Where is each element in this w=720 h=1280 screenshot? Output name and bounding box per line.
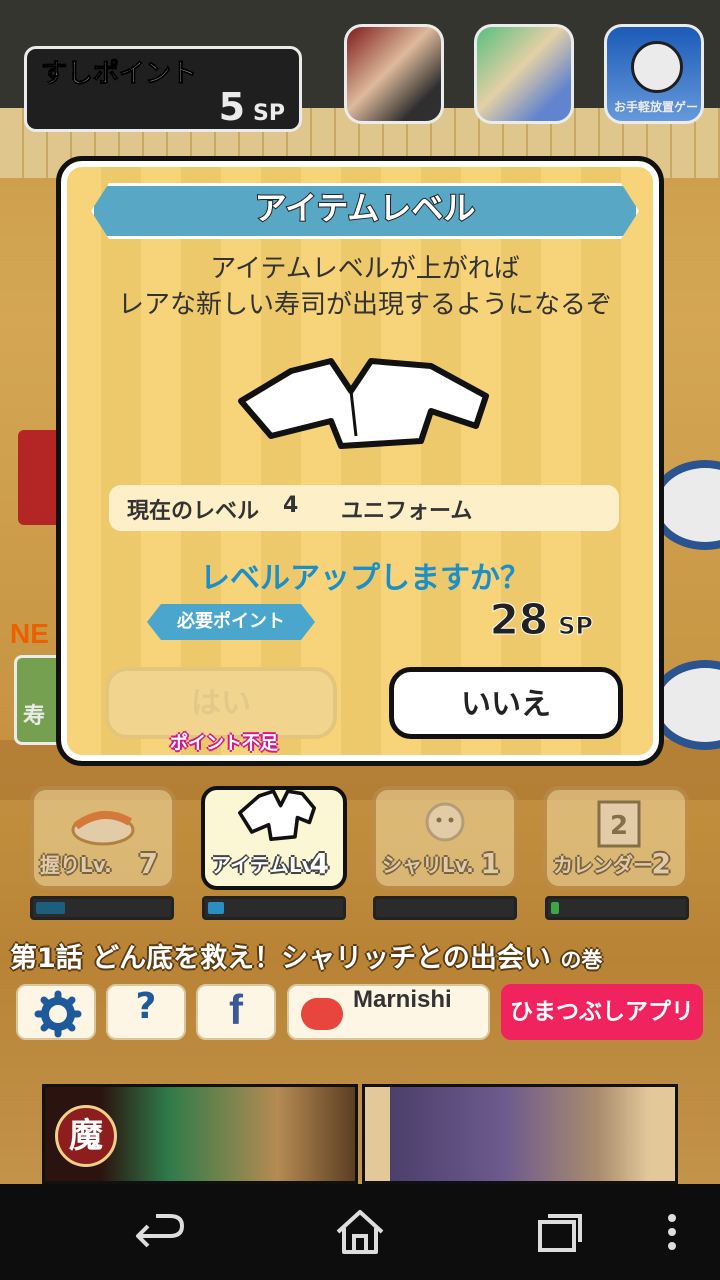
system-navigation-bar	[0, 1184, 720, 1280]
required-points-unit: SP	[558, 612, 594, 641]
facebook-button[interactable]: f	[196, 984, 276, 1040]
stat-progress-fill	[36, 902, 66, 914]
marnishi-label: Marnishi	[353, 986, 452, 1013]
current-level-value: 4	[283, 493, 299, 518]
stat-label: アイテムLv.	[211, 853, 321, 877]
uniform-icon	[238, 789, 316, 841]
episode-suffix: の巻	[560, 948, 603, 972]
episode-title: 第1話 どん底を救え！シャリッチとの出会い の巻	[10, 936, 710, 975]
stat-tile-nigiri[interactable]: 握りLv. 7	[30, 786, 176, 890]
stat-progress-fill	[208, 902, 224, 914]
stat-tile-calendar[interactable]: 2 カレンダー 2	[543, 786, 689, 890]
ad-banner-2[interactable]	[362, 1084, 678, 1184]
current-level-row: 現在のレベル 4 ユニフォーム	[109, 485, 619, 531]
stat-value: 7	[138, 847, 158, 880]
stat-label: 握りLv.	[40, 853, 112, 877]
himatsubushi-app-button[interactable]: ひまつぶしアプリ	[501, 984, 703, 1040]
svg-text:2: 2	[610, 811, 628, 841]
menu-icon[interactable]	[652, 1204, 692, 1260]
settings-button[interactable]	[16, 984, 96, 1040]
episode-text: 第1話 どん底を救え！シャリッチとの出会い	[10, 943, 551, 974]
stat-label: シャリLv.	[382, 853, 474, 877]
item-level-dialog: アイテムレベル アイテムレベルが上がれば レアな新しい寿司が出現するようになるぞ…	[56, 156, 664, 766]
stat-progress-bar	[30, 896, 174, 920]
facebook-icon: f	[229, 986, 243, 1033]
stat-value: 4	[309, 847, 329, 880]
insufficient-points-badge: ポイント不足	[170, 733, 278, 754]
help-button[interactable]: ?	[106, 984, 186, 1040]
marnishi-logo-icon	[301, 998, 343, 1030]
home-icon[interactable]	[330, 1204, 390, 1260]
calendar-icon: 2	[597, 800, 641, 848]
dialog-description: アイテムレベルが上がれば レアな新しい寿司が出現するようになるぞ	[81, 251, 649, 323]
ad-seal: 魔	[55, 1105, 117, 1167]
item-name: ユニフォーム	[341, 499, 473, 524]
nigiri-icon	[71, 811, 135, 846]
stat-progress-fill	[551, 902, 559, 914]
stat-progress-bar	[202, 896, 346, 920]
no-button[interactable]: いいえ	[389, 667, 623, 739]
stat-tile-item[interactable]: アイテムLv. 4	[201, 786, 347, 890]
rice-mascot-icon	[425, 802, 465, 842]
required-points-label: 必要ポイント	[147, 604, 315, 640]
current-level-label: 現在のレベル	[127, 499, 260, 524]
stat-progress-bar	[373, 896, 517, 920]
stat-label: カレンダー	[553, 853, 653, 877]
back-icon[interactable]	[130, 1204, 190, 1260]
required-points-value: 28 SP	[489, 595, 594, 645]
level-up-question: レベルアップしますか？	[200, 561, 530, 596]
dialog-description-line1: アイテムレベルが上がれば	[210, 254, 520, 284]
gear-icon	[34, 990, 82, 1038]
stat-progress-bar	[545, 896, 689, 920]
uniform-icon	[238, 358, 489, 449]
dialog-description-line2: レアな新しい寿司が出現するようになるぞ	[117, 290, 612, 320]
ad-banner-1[interactable]: 魔	[42, 1084, 358, 1184]
stat-value: 1	[480, 847, 500, 880]
game-screen: NE 寿 すしポイント 5 SP お手軽放置ゲー アイテムレベル アイテムレベルが…	[0, 0, 720, 1280]
recents-icon[interactable]	[530, 1204, 590, 1260]
stat-tile-shari[interactable]: シャリLv. 1	[372, 786, 518, 890]
help-icon: ?	[135, 986, 157, 1027]
marnishi-button[interactable]: Marnishi	[287, 984, 490, 1040]
dialog-title: アイテムレベル	[254, 188, 477, 228]
required-points-number: 28	[489, 595, 549, 645]
stat-value: 2	[651, 847, 671, 880]
